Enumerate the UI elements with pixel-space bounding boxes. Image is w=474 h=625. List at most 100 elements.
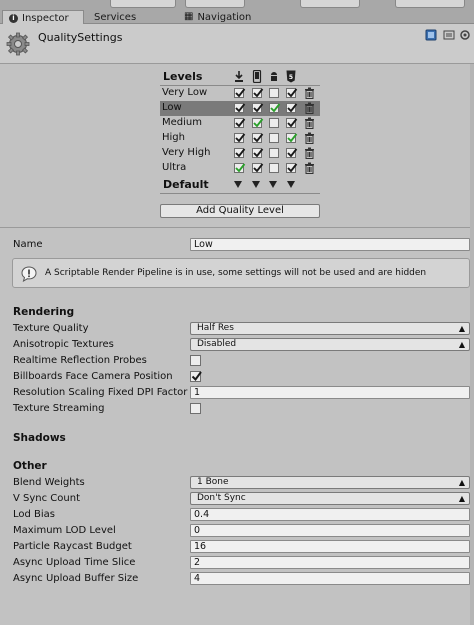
quality-level-name: Ultra <box>162 162 187 173</box>
quality-level-row[interactable]: Medium <box>160 116 320 131</box>
platform-checkbox[interactable] <box>286 148 298 158</box>
tab-label: Services <box>94 11 137 23</box>
quality-level-name: High <box>162 132 185 143</box>
platform-checkbox[interactable] <box>269 133 279 143</box>
header-title: QualitySettings <box>38 31 123 44</box>
settings-gear-icon[interactable] <box>459 29 471 41</box>
platform-checkbox[interactable] <box>234 133 246 143</box>
top-toolbar-button[interactable] <box>110 0 176 8</box>
platform-checkbox[interactable] <box>286 133 298 143</box>
tab-navigation[interactable]: ▦ Navigation <box>178 10 257 24</box>
default-dropdown-mobile[interactable] <box>252 181 260 188</box>
platform-checkbox[interactable] <box>286 88 298 98</box>
vsync-value: Don't Sync <box>197 493 246 503</box>
top-toolbar-button[interactable] <box>185 0 245 8</box>
particle-raycast-field[interactable]: 16 <box>190 540 470 553</box>
check-icon <box>287 148 298 158</box>
blend-weights-dropdown[interactable]: 1 Bone ▲︎ <box>190 476 470 489</box>
quality-level-row[interactable]: Low <box>160 101 320 116</box>
navigation-icon: ▦ <box>184 11 194 22</box>
blend-weights-value: 1 Bone <box>197 477 229 487</box>
platform-checkbox[interactable] <box>252 148 264 158</box>
platform-checkbox[interactable] <box>286 118 298 128</box>
tab-services[interactable]: Services <box>88 10 142 24</box>
max-lod-field[interactable]: 0 <box>190 524 470 537</box>
check-icon <box>287 163 298 173</box>
async-time-slice-label: Async Upload Time Slice <box>13 557 136 568</box>
quality-level-row[interactable]: Very High <box>160 146 320 161</box>
trash-icon[interactable] <box>304 117 315 129</box>
quality-level-name: Very Low <box>162 87 208 98</box>
vsync-dropdown[interactable]: Don't Sync ▲︎ <box>190 492 470 505</box>
lod-bias-field[interactable]: 0.4 <box>190 508 470 521</box>
resolution-scaling-field[interactable]: 1 <box>190 386 470 399</box>
help-book-icon[interactable] <box>425 29 437 41</box>
check-icon <box>253 118 264 128</box>
anisotropic-value: Disabled <box>197 339 237 349</box>
platform-checkbox[interactable] <box>269 148 279 158</box>
platform-checkbox[interactable] <box>252 118 264 128</box>
platform-checkbox[interactable] <box>269 103 281 113</box>
trash-icon[interactable] <box>304 132 315 144</box>
platform-checkbox[interactable] <box>234 148 246 158</box>
lod-bias-label: Lod Bias <box>13 509 56 520</box>
billboards-checkbox[interactable] <box>190 371 202 382</box>
top-toolbar-button[interactable] <box>300 0 360 8</box>
particle-raycast-label: Particle Raycast Budget <box>13 541 132 552</box>
quality-level-name: Low <box>162 102 182 113</box>
quality-level-row[interactable]: Ultra <box>160 161 320 176</box>
texture-quality-dropdown[interactable]: Half Res ▲︎ <box>190 322 470 335</box>
platform-checkbox[interactable] <box>269 88 279 98</box>
trash-icon[interactable] <box>304 147 315 159</box>
tab-label: Inspector <box>22 12 69 24</box>
anisotropic-label: Anisotropic Textures <box>13 339 114 350</box>
srp-help-box: A Scriptable Render Pipeline is in use, … <box>12 258 470 288</box>
async-buffer-field[interactable]: 4 <box>190 572 470 585</box>
top-toolbar-button[interactable] <box>395 0 465 8</box>
platform-checkbox[interactable] <box>234 103 246 113</box>
default-dropdown-android[interactable] <box>269 181 277 188</box>
platform-checkbox[interactable] <box>269 163 279 173</box>
svg-text:5: 5 <box>289 74 293 81</box>
html5-icon: 5 <box>286 70 296 83</box>
realtime-reflection-label: Realtime Reflection Probes <box>13 355 147 366</box>
platform-checkbox[interactable] <box>252 133 264 143</box>
texture-streaming-checkbox[interactable] <box>190 403 201 414</box>
platform-checkbox[interactable] <box>286 103 298 113</box>
trash-icon[interactable] <box>304 162 315 174</box>
billboards-label: Billboards Face Camera Position <box>13 371 173 382</box>
platform-checkbox[interactable] <box>252 103 264 113</box>
platform-checkbox[interactable] <box>269 118 279 128</box>
default-dropdown-standalone[interactable] <box>234 181 242 188</box>
realtime-reflection-checkbox[interactable] <box>190 355 201 366</box>
name-label: Name <box>13 239 43 250</box>
platform-checkbox[interactable] <box>252 88 264 98</box>
platform-checkbox[interactable] <box>234 88 246 98</box>
vsync-label: V Sync Count <box>13 493 80 504</box>
mobile-phone-icon <box>252 70 262 83</box>
add-quality-level-button[interactable]: Add Quality Level <box>160 204 320 218</box>
tab-inspector[interactable]: i Inspector <box>2 10 84 25</box>
check-icon <box>253 103 264 113</box>
dropdown-arrow-icon: ▲︎ <box>458 324 465 333</box>
presets-icon[interactable] <box>443 29 455 41</box>
quality-level-row[interactable]: Very Low <box>160 86 320 101</box>
name-field[interactable]: Low <box>190 238 470 251</box>
check-icon <box>253 133 264 143</box>
trash-icon[interactable] <box>304 102 315 114</box>
texture-quality-value: Half Res <box>197 323 234 333</box>
platform-checkbox[interactable] <box>252 163 264 173</box>
check-icon <box>235 163 246 173</box>
scrollbar[interactable] <box>470 64 474 625</box>
dropdown-arrow-icon: ▲︎ <box>458 340 465 349</box>
anisotropic-dropdown[interactable]: Disabled ▲︎ <box>190 338 470 351</box>
async-time-slice-field[interactable]: 2 <box>190 556 470 569</box>
check-icon <box>287 118 298 128</box>
default-dropdown-webgl[interactable] <box>287 181 295 188</box>
help-text: A Scriptable Render Pipeline is in use, … <box>45 268 427 278</box>
platform-checkbox[interactable] <box>234 118 246 128</box>
platform-checkbox[interactable] <box>286 163 298 173</box>
platform-checkbox[interactable] <box>234 163 246 173</box>
trash-icon[interactable] <box>304 87 315 99</box>
quality-level-row[interactable]: High <box>160 131 320 146</box>
